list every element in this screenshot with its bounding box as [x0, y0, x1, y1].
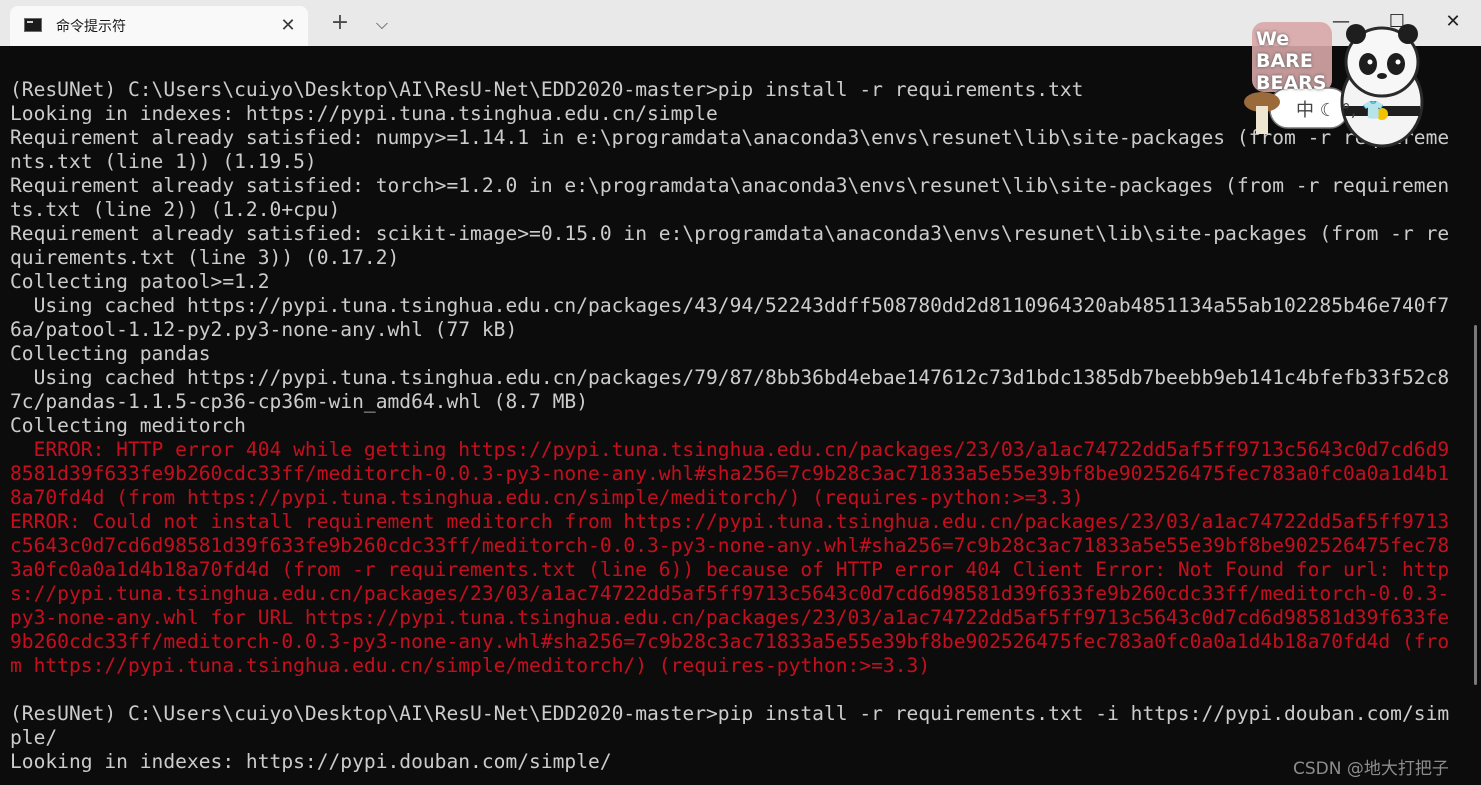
cmd-prompt-icon: [24, 18, 42, 32]
watermark: CSDN @地大打把子: [1293, 759, 1449, 779]
close-window-icon[interactable]: ✕: [1430, 0, 1476, 46]
chevron-down-icon[interactable]: ⌵: [368, 10, 396, 38]
terminal-line: Collecting patool>=1.2: [10, 270, 270, 293]
terminal-line: Requirement already satisfied: numpy>=1.…: [10, 126, 1450, 173]
terminal-line: (ResUNet) C:\Users\cuiyo\Desktop\AI\ResU…: [10, 702, 1450, 749]
terminal-output[interactable]: (ResUNet) C:\Users\cuiyo\Desktop\AI\ResU…: [10, 78, 1450, 778]
terminal-error-line: ERROR: HTTP error 404 while getting http…: [10, 438, 1450, 509]
tab-command-prompt[interactable]: 命令提示符 ✕: [10, 6, 308, 46]
ime-status-text: 中 ☾ °, 👕: [1296, 100, 1385, 121]
bear-sticker: We BARE BEARS 中 ☾ °, 👕: [1240, 10, 1430, 150]
terminal-line: Using cached https://pypi.tuna.tsinghua.…: [10, 366, 1450, 413]
terminal-line: Using cached https://pypi.tuna.tsinghua.…: [10, 294, 1450, 341]
terminal-line: Collecting meditorch: [10, 414, 246, 437]
terminal-line: Looking in indexes: https://pypi.tuna.ts…: [10, 102, 718, 125]
terminal-window: 命令提示符 ✕ + ⌵ — ☐ ✕ (ResUNet) C:\Users\cui…: [0, 0, 1481, 785]
plus-icon[interactable]: +: [326, 10, 354, 38]
terminal-error-line: ERROR: Could not install requirement med…: [10, 510, 1450, 677]
tab-title: 命令提示符: [56, 19, 126, 35]
terminal-line: (ResUNet) C:\Users\cuiyo\Desktop\AI\ResU…: [10, 78, 1084, 101]
scrollbar[interactable]: [1474, 325, 1477, 685]
terminal-line: Collecting pandas: [10, 342, 211, 365]
terminal-line: Requirement already satisfied: scikit-im…: [10, 222, 1450, 269]
bear-logo-text: We BARE BEARS: [1256, 28, 1327, 94]
close-icon[interactable]: ✕: [276, 14, 300, 38]
terminal-line: Looking in indexes: https://pypi.douban.…: [10, 750, 612, 773]
terminal-line: Requirement already satisfied: torch>=1.…: [10, 174, 1450, 221]
